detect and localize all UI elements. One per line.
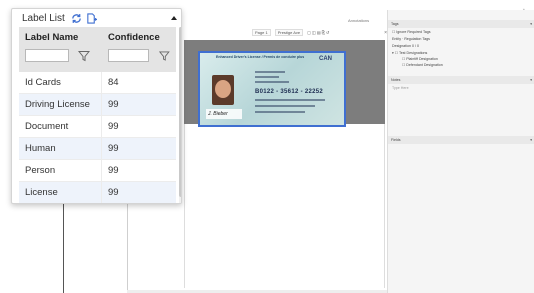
table-row[interactable]: Human 99 xyxy=(19,138,176,160)
card-text-line xyxy=(255,76,279,78)
tags-section-header[interactable]: Tags ▾ xyxy=(388,20,534,28)
table-row[interactable]: Id Cards 84 xyxy=(19,72,176,94)
confidence-filter xyxy=(108,49,170,62)
label-name-cell: Id Cards xyxy=(19,72,102,93)
confidence-cell: 84 xyxy=(108,77,119,88)
tool-icons[interactable]: ▢ ◫ ▤ ⎘ ↺ xyxy=(307,30,329,35)
label-list-title: Label List xyxy=(22,12,65,24)
notes-section-header[interactable]: Notes ▾ xyxy=(388,76,534,84)
column-confidence[interactable]: Confidence xyxy=(102,27,176,72)
page-selector[interactable]: Page 1 xyxy=(252,29,271,36)
label-name-filter xyxy=(25,49,96,62)
table-row[interactable]: License 99 xyxy=(19,182,176,203)
card-text-line xyxy=(255,81,289,83)
designation-label: Designation xyxy=(392,44,411,48)
left-divider xyxy=(63,200,64,293)
label-name-cell: Human xyxy=(19,138,102,159)
test-designations-label: Test Designations xyxy=(398,51,428,55)
tags-header-label: Tags xyxy=(391,22,399,26)
refresh-icon[interactable] xyxy=(71,13,82,24)
card-signature: J. Bieber xyxy=(208,111,228,117)
card-text-line xyxy=(255,105,315,107)
card-number: B0122 - 35612 - 22252 xyxy=(255,89,324,95)
card-text-line xyxy=(255,99,325,101)
confidence-cell: 99 xyxy=(108,165,119,176)
grid-body: Id Cards 84 Driving License 99 Document 99 Hum… xyxy=(19,72,176,203)
filter-funnel-icon[interactable] xyxy=(78,50,90,62)
label-list-popup: Label List Label Name Confidence Id Card… xyxy=(11,8,182,204)
confidence-filter-input[interactable] xyxy=(108,49,150,62)
label-name-cell: Driving License xyxy=(19,94,102,115)
zoom-selector[interactable]: Prestige Ave xyxy=(274,29,304,36)
label-name-cell: Person xyxy=(19,160,102,181)
add-document-icon[interactable] xyxy=(86,12,97,24)
chevron-down-icon[interactable]: ▾ xyxy=(530,136,532,144)
app-window: Annotations ⤢ Page 1 Prestige Ave ▢ ◫ ▤ … xyxy=(0,0,534,293)
ignore-required-checkbox[interactable]: ☐ Ignore Required Tags xyxy=(392,30,431,35)
defendant-label: Defendant Designation xyxy=(406,63,443,67)
chevron-down-icon[interactable]: ▾ xyxy=(530,20,532,28)
table-row[interactable]: Driving License 99 xyxy=(19,94,176,116)
scrollbar-thumb[interactable] xyxy=(179,27,181,197)
collapse-caret-icon[interactable] xyxy=(171,16,177,20)
table-row[interactable]: Document 99 xyxy=(19,116,176,138)
entity-select[interactable]: Entity · Regulation Tags xyxy=(392,37,430,42)
filter-funnel-icon[interactable] xyxy=(159,50,170,62)
confidence-cell: 99 xyxy=(108,99,119,110)
fields-header-label: Fields xyxy=(391,138,401,142)
table-row[interactable]: Person 99 xyxy=(19,160,176,182)
label-grid: Label Name Confidence Id Cards 84 Drivin… xyxy=(19,27,176,203)
confidence-cell: 99 xyxy=(108,143,119,154)
annotations-tab[interactable]: Annotations xyxy=(348,18,369,23)
column-label-name[interactable]: Label Name xyxy=(19,27,102,72)
fields-section-header[interactable]: Fields ▾ xyxy=(388,136,534,144)
confidence-cell: 99 xyxy=(108,121,119,132)
test-designations-toggle[interactable]: ▾ ☐ Test Designations xyxy=(392,51,427,56)
label-name-cell: Document xyxy=(19,116,102,137)
card-country: CAN xyxy=(319,56,332,62)
label-name-filter-input[interactable] xyxy=(25,49,69,62)
card-text-line xyxy=(255,71,285,73)
notes-header-label: Notes xyxy=(391,78,401,82)
plaintiff-checkbox[interactable]: ☐ Plaintiff Designation xyxy=(402,57,438,62)
id-card-image[interactable]: Enhanced Driver's License / Permis de co… xyxy=(198,51,346,127)
label-list-header: Label List xyxy=(12,9,181,27)
grid-header: Label Name Confidence xyxy=(19,27,176,72)
confidence-header: Confidence xyxy=(108,32,160,43)
document-toolbar: Page 1 Prestige Ave ▢ ◫ ▤ ⎘ ↺ × xyxy=(182,27,387,38)
vertical-scrollbar[interactable] xyxy=(179,27,181,203)
notes-input[interactable]: Type Here xyxy=(392,86,409,91)
plaintiff-label: Plaintiff Designation xyxy=(406,57,438,61)
confidence-cell: 99 xyxy=(108,187,119,198)
document-page xyxy=(184,124,385,288)
card-header-text: Enhanced Driver's License / Permis de co… xyxy=(216,55,305,59)
chevron-down-icon[interactable]: ▾ xyxy=(530,76,532,84)
entity-label: Entity xyxy=(392,37,401,41)
defendant-checkbox[interactable]: ☐ Defendant Designation xyxy=(402,63,443,68)
designation-value: 0 / 0 xyxy=(411,44,419,48)
card-text-line xyxy=(255,111,305,113)
entity-value: Regulation Tags xyxy=(404,37,430,41)
properties-panel: Tags ▾ ☐ Ignore Required Tags Entity · R… xyxy=(387,10,534,293)
card-face xyxy=(215,80,231,98)
designation-row[interactable]: Designation 0 / 0 xyxy=(392,44,419,49)
ignore-required-label: Ignore Required Tags xyxy=(396,30,431,34)
label-name-cell: License xyxy=(19,182,102,203)
label-name-header: Label Name xyxy=(25,32,79,43)
